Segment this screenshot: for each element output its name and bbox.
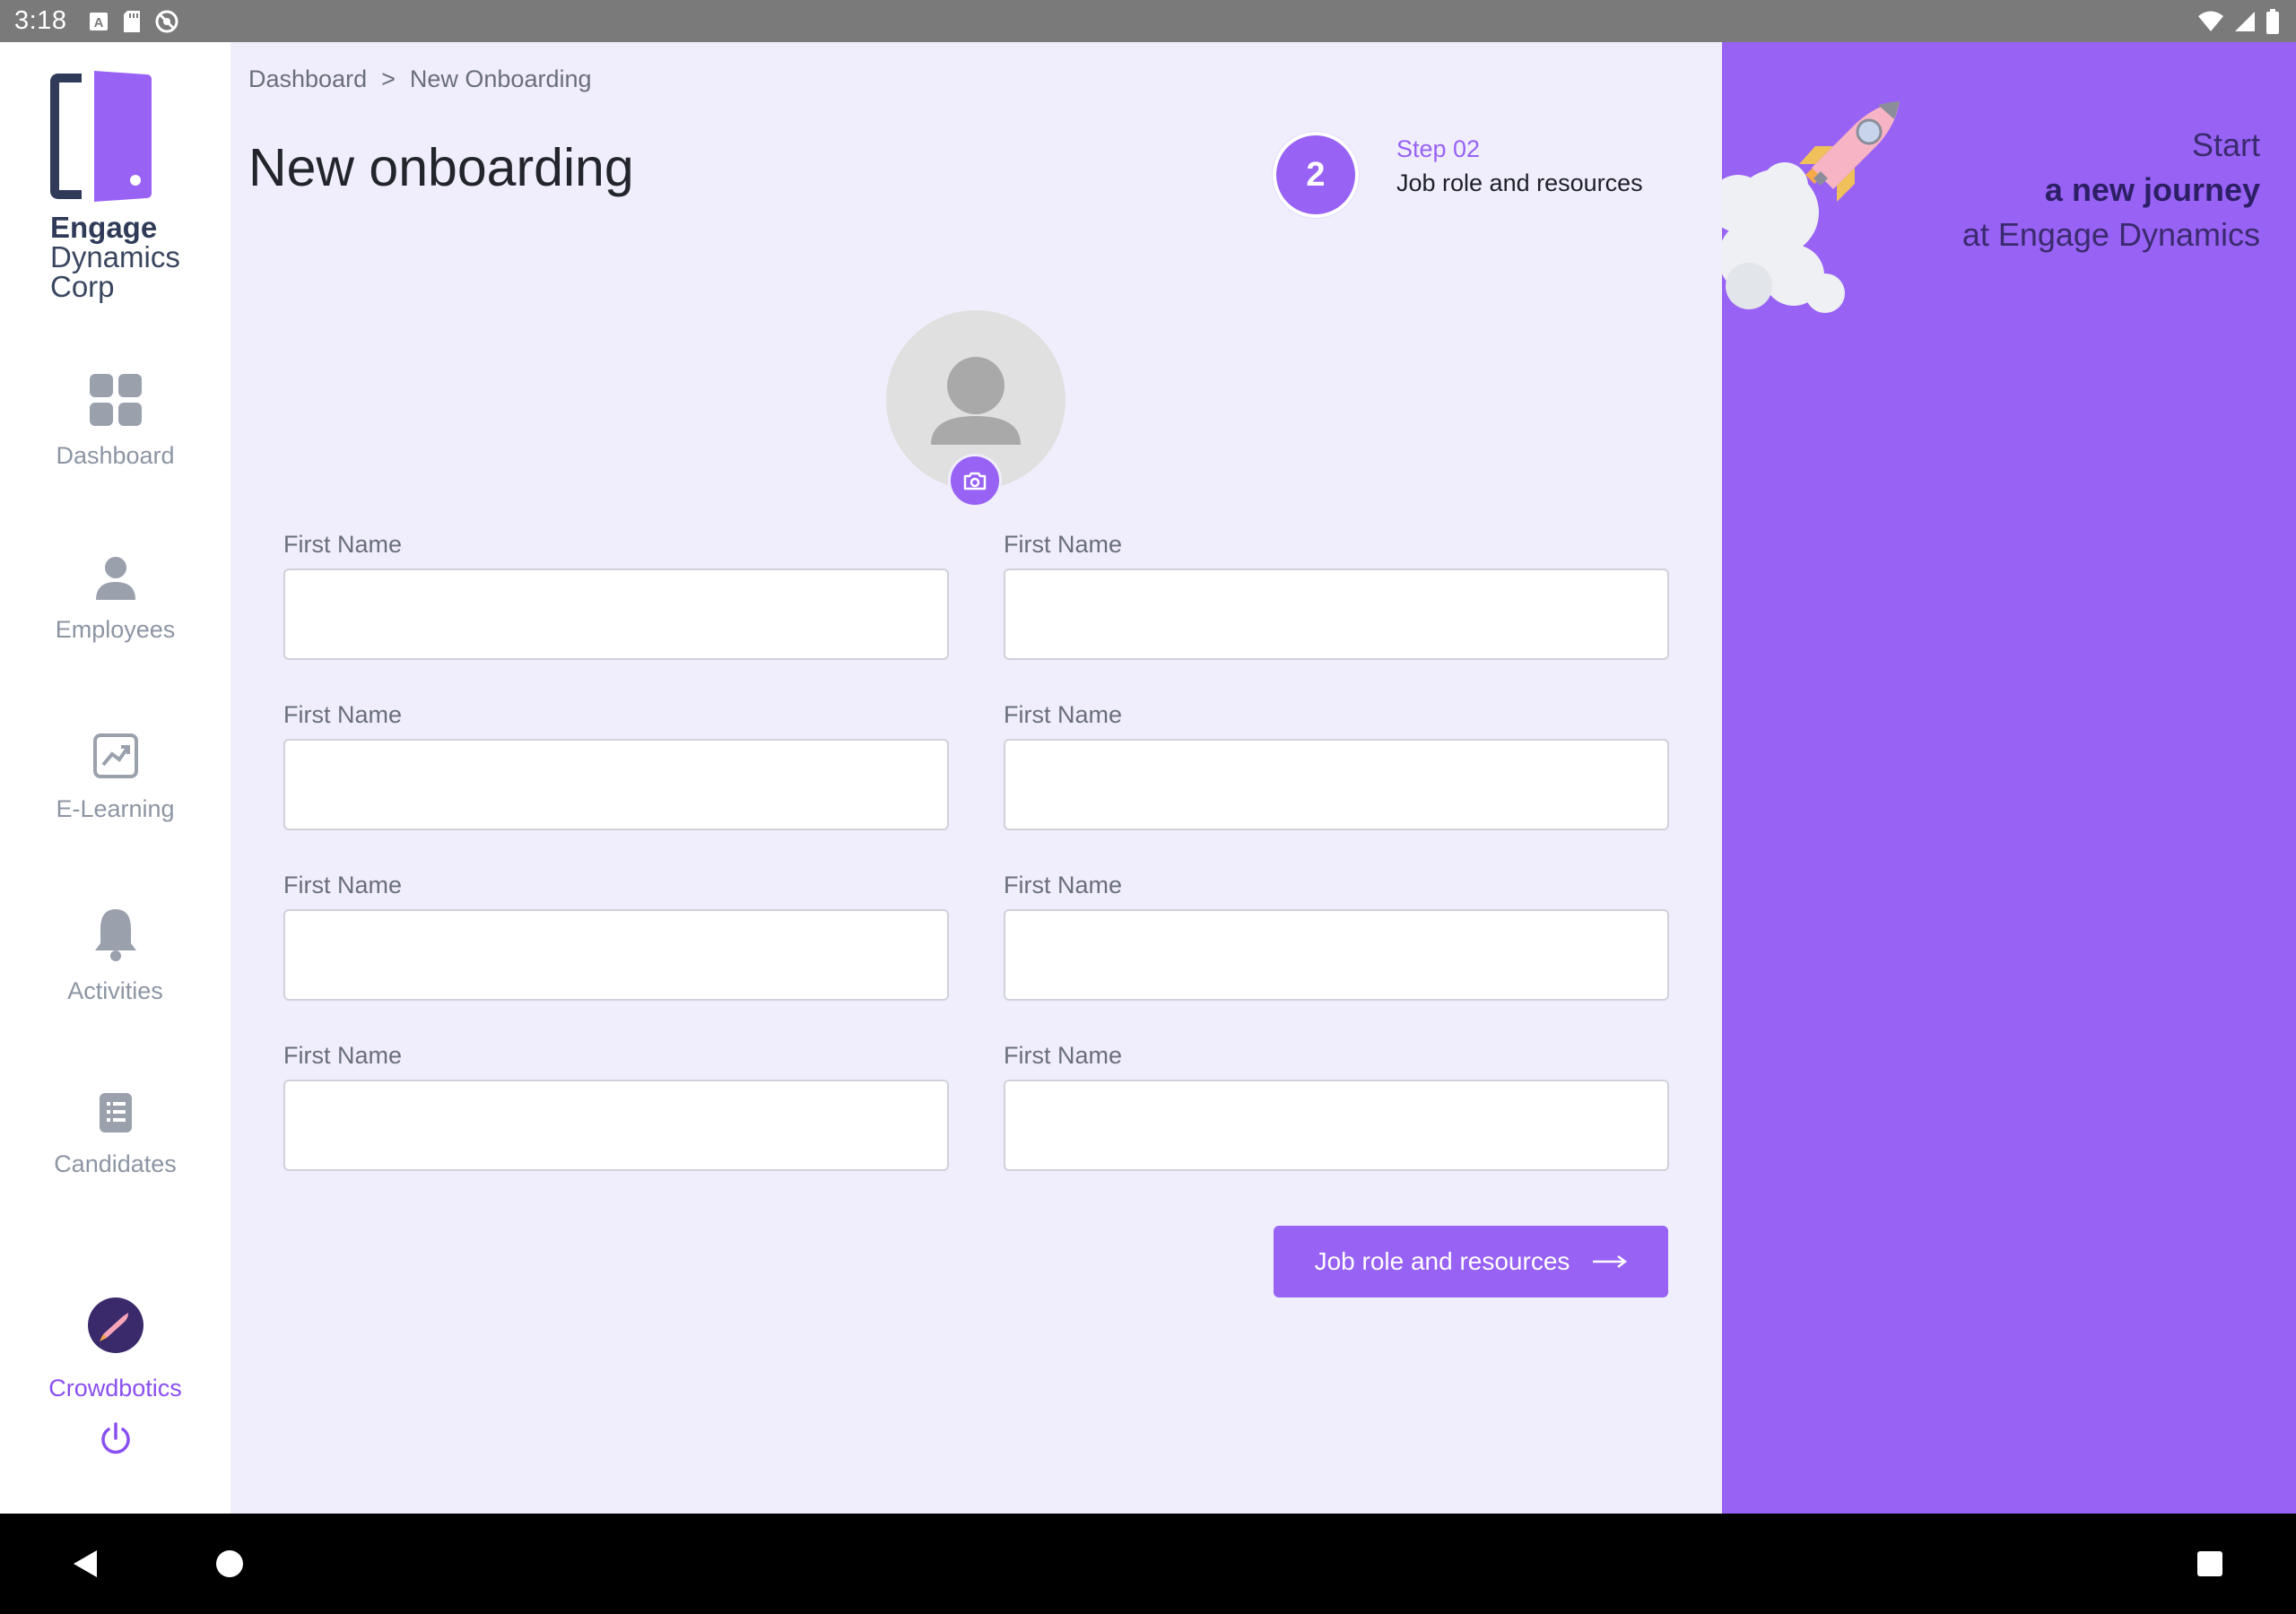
svg-text:A: A — [94, 15, 104, 30]
promo-line-1: Start — [2191, 126, 2260, 163]
brand-line-2: Dynamics — [50, 240, 180, 273]
field-label: First Name — [283, 701, 403, 728]
sidebar-item-candidates[interactable]: Candidates — [0, 1091, 230, 1178]
document-list-icon — [99, 1093, 132, 1132]
system-navigation-bar — [0, 1514, 2296, 1614]
sidebar-item-label: Activities — [67, 977, 163, 1004]
brand-logo — [49, 69, 157, 208]
brand-name: Engage Dynamics Corp — [50, 213, 180, 301]
first-name-field[interactable] — [283, 909, 949, 1001]
field-label: First Name — [283, 531, 403, 558]
battery-icon — [2266, 8, 2279, 34]
breadcrumb-separator: > — [381, 65, 396, 92]
rocket-icon — [1799, 101, 1900, 202]
next-step-button[interactable]: Job role and resources — [1274, 1226, 1668, 1297]
sd-card-icon — [124, 10, 141, 32]
cell-signal-icon — [2235, 11, 2255, 31]
user-profile: Crowdbotics — [0, 1297, 230, 1456]
cloud-icon — [1722, 162, 1845, 313]
first-name-field[interactable] — [1004, 568, 1669, 660]
first-name-field[interactable] — [1004, 909, 1669, 1001]
promo-panel: Start a new journey at Engage Dynamics — [1722, 42, 2296, 1514]
first-name-field[interactable] — [1004, 1080, 1669, 1171]
sidebar-item-activities[interactable]: Activities — [0, 907, 230, 1005]
field-label: First Name — [283, 872, 403, 898]
brand-line-1: Engage — [50, 211, 158, 244]
first-name-field[interactable] — [283, 739, 949, 830]
step-number-badge: 2 — [1273, 132, 1359, 218]
sidebar-item-label: E-Learning — [56, 795, 175, 822]
sidebar-item-employees[interactable]: Employees — [0, 555, 230, 644]
sidebar: Engage Dynamics Corp Dashboard Employees… — [0, 42, 230, 1514]
text-notification-icon: A — [90, 12, 109, 30]
sidebar-item-dashboard[interactable]: Dashboard — [0, 374, 230, 470]
sidebar-item-elearning[interactable]: E-Learning — [0, 733, 230, 823]
field-label: First Name — [1004, 531, 1123, 558]
arrow-right-icon — [1593, 1255, 1628, 1268]
promo-line-3: at Engage Dynamics — [1961, 216, 2260, 253]
engage-logo-icon — [50, 71, 152, 202]
page-title: New onboarding — [248, 138, 634, 197]
first-name-field[interactable] — [283, 568, 949, 660]
sync-disabled-icon — [155, 10, 178, 32]
power-icon[interactable] — [100, 1422, 132, 1456]
dashboard-grid-icon — [89, 374, 142, 426]
breadcrumb: Dashboard > New Onboarding — [248, 65, 592, 93]
main-content: Dashboard > New Onboarding New onboarding … — [230, 42, 1722, 1514]
promo-line-2: a new journey — [2044, 171, 2260, 208]
first-name-field[interactable] — [283, 1080, 949, 1171]
wifi-icon — [2198, 11, 2223, 31]
home-icon[interactable] — [215, 1549, 244, 1578]
promo-tagline: Start a new journey at Engage Dynamics — [1962, 123, 2260, 257]
back-icon[interactable] — [72, 1549, 99, 1579]
sidebar-item-label: Dashboard — [56, 442, 175, 469]
bell-icon — [94, 909, 136, 961]
chart-trend-icon — [92, 733, 138, 778]
breadcrumb-root[interactable]: Dashboard — [248, 65, 367, 92]
camera-icon — [963, 472, 987, 490]
first-name-field[interactable] — [1004, 739, 1669, 830]
avatar[interactable] — [87, 1297, 144, 1353]
field-label: First Name — [1004, 701, 1123, 728]
user-name[interactable]: Crowdbotics — [0, 1375, 230, 1402]
status-time: 3:18 — [14, 6, 67, 35]
brand-line-3: Corp — [50, 270, 115, 303]
sidebar-item-label: Employees — [55, 616, 176, 643]
rocket-avatar-icon — [99, 1313, 128, 1341]
person-icon — [95, 557, 135, 600]
field-label: First Name — [1004, 1042, 1123, 1069]
breadcrumb-current: New Onboarding — [409, 65, 592, 92]
status-bar: 3:18 A — [0, 0, 2296, 42]
recents-icon[interactable] — [2196, 1550, 2223, 1577]
next-step-button-label: Job role and resources — [1314, 1247, 1570, 1275]
step-label: Step 02 — [1396, 135, 1481, 162]
field-label: First Name — [1004, 872, 1123, 898]
upload-photo-button[interactable] — [948, 454, 1002, 508]
step-description: Job role and resources — [1396, 169, 1643, 196]
field-label: First Name — [283, 1042, 403, 1069]
sidebar-item-label: Candidates — [54, 1150, 177, 1177]
rocket-illustration — [1722, 101, 1900, 313]
